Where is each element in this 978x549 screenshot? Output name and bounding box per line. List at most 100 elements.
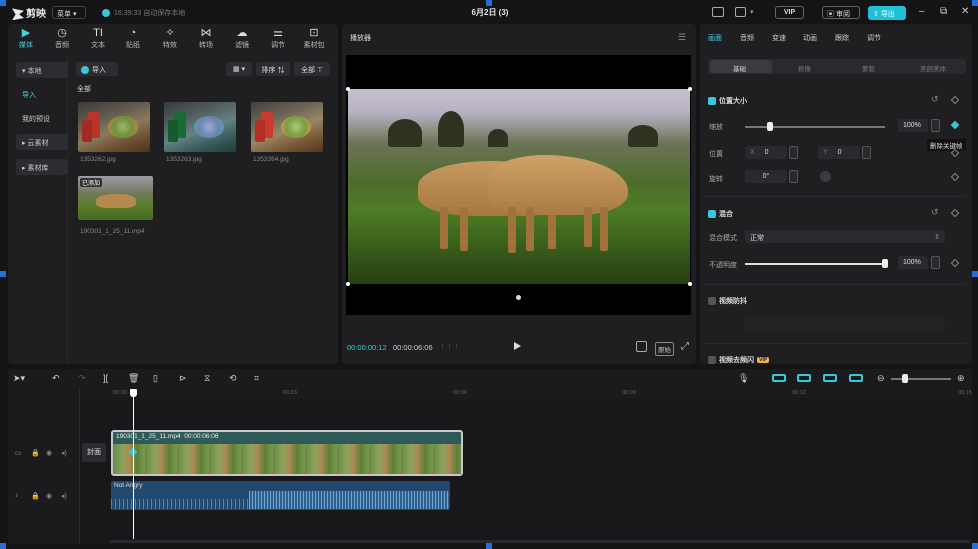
resize-handle[interactable]: [346, 87, 350, 91]
opacity-input[interactable]: 100%: [898, 256, 928, 269]
blend-mode-select[interactable]: 正常 ⇕: [745, 230, 945, 243]
rotate-input[interactable]: 0°: [745, 170, 787, 183]
tab-transition[interactable]: ⋈ 转场: [192, 26, 220, 50]
tab-tracking[interactable]: 跟踪: [835, 33, 849, 43]
mute-icon[interactable]: ◂): [61, 449, 67, 457]
tab-adjust[interactable]: 调节: [867, 33, 881, 43]
eye-icon[interactable]: ◉: [46, 492, 52, 500]
scale-input[interactable]: 100%: [898, 119, 928, 132]
tab-animation[interactable]: 动画: [803, 33, 817, 43]
position-x-stepper[interactable]: [789, 146, 798, 159]
lock-icon[interactable]: 🔒: [31, 449, 40, 457]
preview-axis-icon[interactable]: [849, 374, 863, 382]
crop-icon[interactable]: ⌗: [254, 373, 259, 384]
tab-audio[interactable]: 音频: [740, 33, 754, 43]
opacity-slider[interactable]: [745, 263, 885, 265]
lock-icon[interactable]: 🔒: [31, 492, 40, 500]
rotate-dial-icon[interactable]: [820, 171, 831, 182]
opacity-slider-knob[interactable]: [882, 259, 888, 268]
close-icon[interactable]: ✕: [961, 6, 969, 17]
sidebar-item-cloud[interactable]: ▸ 云素材: [16, 134, 68, 150]
layout-icon[interactable]: [735, 7, 746, 17]
tab-package[interactable]: ⊡ 素材包: [300, 26, 328, 50]
checkbox-checked-icon[interactable]: [708, 210, 716, 219]
reset-icon[interactable]: ↺: [931, 94, 939, 105]
rotate-icon[interactable]: ⟲: [229, 373, 237, 384]
rotate-stepper[interactable]: [789, 170, 798, 183]
timeline-scrollbar[interactable]: [110, 540, 970, 543]
rotate-handle-icon[interactable]: [513, 292, 524, 303]
zoom-in-icon[interactable]: ⊕: [957, 373, 965, 384]
filter-button[interactable]: 全部 ⊤: [294, 62, 330, 76]
preview-video[interactable]: [348, 89, 690, 284]
scale-stepper[interactable]: [931, 119, 940, 132]
microphone-icon[interactable]: 🎙: [738, 373, 749, 384]
ratio-button[interactable]: 原始: [655, 342, 674, 356]
select-cursor-icon[interactable]: ➤▾: [13, 373, 25, 384]
playhead-handle[interactable]: [130, 389, 137, 397]
video-clip[interactable]: 190301_1_25_11.mp4 00:00:06:06: [111, 430, 463, 476]
scale-slider[interactable]: [745, 126, 885, 128]
player-menu-icon[interactable]: ☰: [678, 32, 686, 43]
reset-icon[interactable]: ↺: [931, 207, 939, 218]
checkbox-unchecked-icon[interactable]: [708, 297, 716, 306]
fullscreen-icon[interactable]: ⤢: [681, 341, 689, 352]
subtab-cutout[interactable]: 抠像: [798, 63, 811, 73]
review-button[interactable]: ▣ 审阅: [822, 6, 860, 19]
resize-handle[interactable]: [346, 282, 350, 286]
checkbox-unchecked-icon[interactable]: [708, 356, 716, 365]
view-toggle-button[interactable]: ▦ ▾: [226, 62, 252, 76]
checkbox-checked-icon[interactable]: [708, 97, 716, 106]
reverse-icon[interactable]: ⊳: [179, 373, 187, 384]
tab-filter[interactable]: ☁ 滤镜: [228, 26, 256, 50]
zoom-slider-knob[interactable]: [902, 374, 908, 383]
layout-chevron-icon[interactable]: ▾: [750, 8, 754, 16]
cover-button[interactable]: 封面: [82, 443, 106, 462]
tab-adjust[interactable]: ⚌ 调节: [264, 26, 292, 50]
menu-button[interactable]: 菜单 ▾: [52, 6, 86, 19]
scale-slider-knob[interactable]: [767, 122, 774, 131]
sidebar-item-library[interactable]: ▸ 素材库: [16, 159, 68, 175]
time-ruler[interactable]: [80, 387, 972, 399]
tab-text[interactable]: TI 文本: [84, 26, 112, 50]
media-thumb[interactable]: [164, 102, 236, 152]
zoom-slider[interactable]: [891, 378, 951, 380]
mirror-icon[interactable]: ⧖: [204, 373, 210, 384]
audio-clip[interactable]: Not Angry: [111, 481, 450, 510]
export-button[interactable]: ⇪ 导出: [868, 6, 906, 20]
eye-icon[interactable]: ◉: [46, 449, 52, 457]
split-icon[interactable]: ][: [103, 373, 108, 383]
timecode-format-icon[interactable]: ⋮⋮⋮: [439, 343, 460, 351]
sidebar-item-presets[interactable]: 我的预设: [16, 110, 68, 126]
position-y-stepper[interactable]: [862, 146, 871, 159]
link-icon[interactable]: [823, 374, 837, 382]
mute-icon[interactable]: ◂): [61, 492, 67, 500]
subtab-basic[interactable]: 基础: [733, 63, 746, 73]
undo-icon[interactable]: ↶: [52, 373, 60, 384]
tab-picture[interactable]: 画面: [708, 33, 722, 43]
fit-screen-icon[interactable]: [636, 341, 647, 352]
subtab-mask[interactable]: 蒙版: [862, 63, 875, 73]
sort-button[interactable]: 排序 ⇅: [256, 62, 290, 76]
media-thumb[interactable]: 已添加: [78, 176, 153, 220]
position-y-input[interactable]: Y0: [818, 146, 860, 159]
resize-handle[interactable]: [688, 87, 692, 91]
media-thumb[interactable]: [251, 102, 323, 152]
position-x-input[interactable]: X0: [745, 146, 787, 159]
freeze-icon[interactable]: ▯: [153, 373, 158, 384]
tab-speed[interactable]: 变速: [772, 33, 786, 43]
play-icon[interactable]: [514, 342, 521, 350]
import-button[interactable]: 导入: [76, 62, 118, 76]
vip-button[interactable]: VIP: [775, 6, 804, 19]
opacity-stepper[interactable]: [931, 256, 940, 269]
playhead[interactable]: [133, 389, 134, 539]
subtab-beauty[interactable]: 美颜美体: [920, 63, 946, 73]
tab-sticker[interactable]: ◔ 贴纸: [119, 26, 147, 50]
zoom-out-icon[interactable]: ⊖: [877, 373, 885, 384]
sidebar-item-import[interactable]: 导入: [16, 86, 68, 102]
auto-snap-icon[interactable]: [797, 374, 811, 382]
restore-icon[interactable]: ⧉: [940, 6, 947, 17]
main-track-magnet-icon[interactable]: [772, 374, 786, 382]
minimize-icon[interactable]: –: [919, 6, 925, 17]
tab-media[interactable]: ▶ 媒体: [12, 26, 40, 50]
